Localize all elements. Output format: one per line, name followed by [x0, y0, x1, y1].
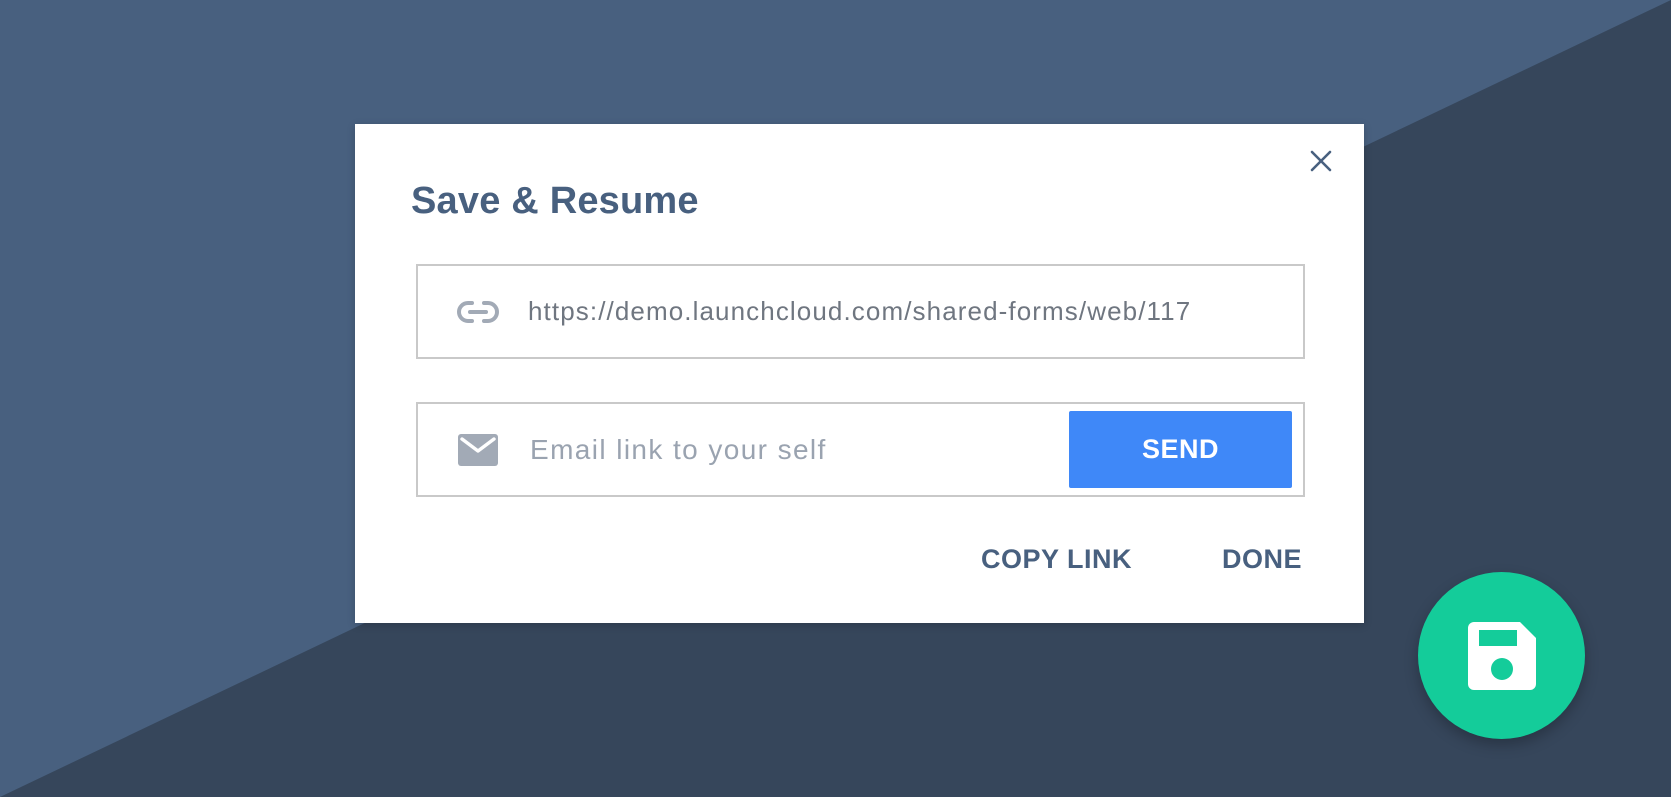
send-button[interactable]: SEND: [1069, 411, 1292, 488]
floppy-disk-save-icon: [1467, 621, 1536, 690]
close-icon: [1310, 150, 1332, 172]
background: Save & Resume https://demo.launchcloud.c…: [0, 0, 1671, 797]
email-link-field: SEND: [416, 402, 1305, 497]
dialog-title: Save & Resume: [411, 180, 699, 222]
save-fab-button[interactable]: [1418, 572, 1585, 739]
dialog-actions: COPY LINK DONE: [981, 544, 1302, 575]
envelope-icon: [456, 433, 500, 466]
link-icon: [456, 300, 500, 324]
share-link-field[interactable]: https://demo.launchcloud.com/shared-form…: [416, 264, 1305, 359]
copy-link-button[interactable]: COPY LINK: [981, 544, 1132, 575]
save-resume-dialog: Save & Resume https://demo.launchcloud.c…: [355, 124, 1364, 623]
share-link-text[interactable]: https://demo.launchcloud.com/shared-form…: [528, 296, 1303, 327]
done-button[interactable]: DONE: [1222, 544, 1302, 575]
close-button[interactable]: [1304, 144, 1338, 178]
email-input[interactable]: [528, 418, 1069, 481]
